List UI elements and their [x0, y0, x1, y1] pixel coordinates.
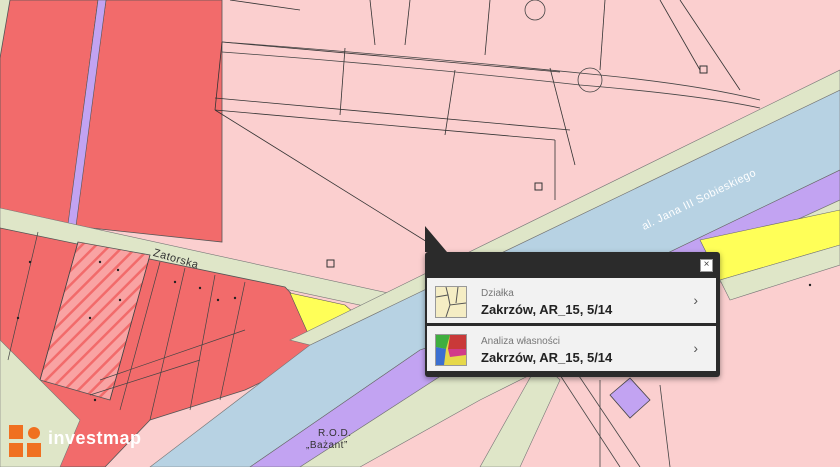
- item-value: Zakrzów, AR_15, 5/14: [481, 350, 613, 365]
- parcel-info-popup: × Działka Zakrzów, AR_15, 5/14 › Analiza…: [425, 226, 720, 377]
- chevron-right-icon: ›: [693, 292, 698, 308]
- parcel-map-icon: [435, 286, 467, 318]
- ownership-map-icon: [435, 334, 467, 366]
- brand-name: investmap: [48, 428, 142, 448]
- item-value: Zakrzów, AR_15, 5/14: [481, 302, 613, 317]
- map-canvas[interactable]: [0, 0, 840, 467]
- label-rod-line1: R.O.D.: [318, 428, 352, 439]
- close-icon[interactable]: ×: [700, 259, 713, 272]
- popup-item-dzialka[interactable]: Działka Zakrzów, AR_15, 5/14 ›: [427, 278, 716, 323]
- item-type-label: Analiza własności: [481, 336, 560, 347]
- popup-item-analiza[interactable]: Analiza własności Zakrzów, AR_15, 5/14 ›: [427, 326, 716, 371]
- label-rod-line2: „Bażant”: [306, 440, 348, 451]
- item-type-label: Działka: [481, 288, 514, 299]
- investmap-logo-icon: [9, 425, 41, 457]
- chevron-right-icon: ›: [693, 340, 698, 356]
